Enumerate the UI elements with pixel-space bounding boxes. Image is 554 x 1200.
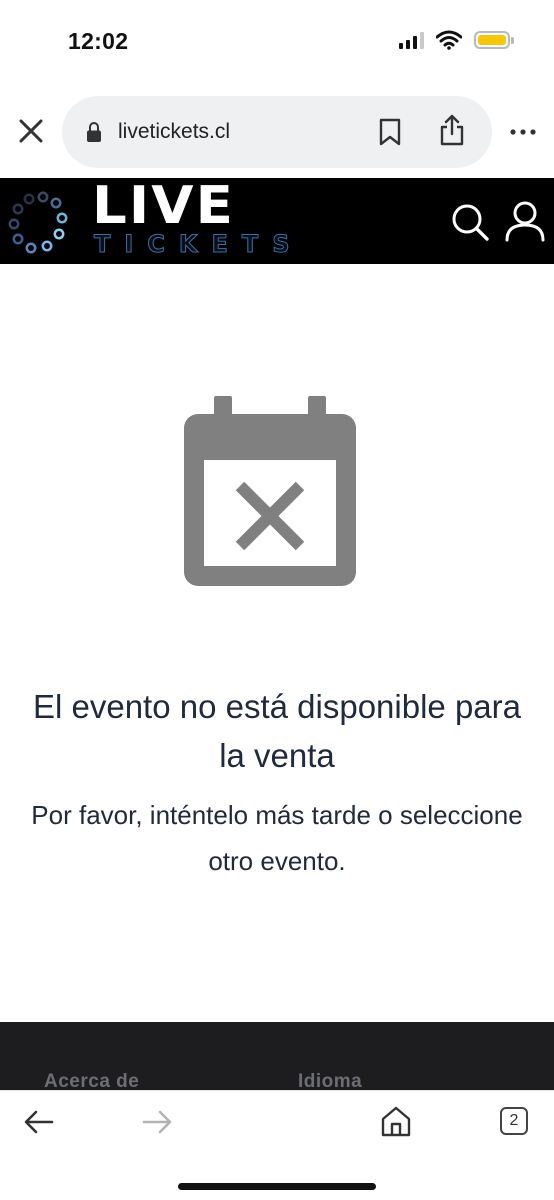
status-time: 12:02 [68, 28, 129, 54]
logo-dots-icon [8, 191, 68, 254]
logo-secondary-text: TICKETS [94, 230, 304, 258]
footer-heading-language[interactable]: Idioma [298, 1071, 362, 1092]
user-icon[interactable] [504, 200, 546, 242]
close-icon[interactable] [16, 116, 46, 146]
status-bar: 12:02 [0, 0, 554, 90]
search-icon[interactable] [450, 202, 490, 242]
bookmark-icon[interactable] [378, 118, 402, 146]
url-text: livetickets.cl [118, 120, 231, 143]
lock-icon [87, 122, 101, 142]
footer-heading-about[interactable]: Acerca de [44, 1071, 139, 1092]
browser-bottom-bar: 2 [0, 1090, 554, 1200]
status-icons [399, 30, 514, 50]
error-title: El evento no está disponible para la ven… [32, 688, 521, 774]
address-bar[interactable]: livetickets.cl [62, 96, 492, 168]
home-indicator[interactable] [178, 1183, 376, 1190]
back-arrow-icon[interactable] [22, 1107, 56, 1137]
tabs-icon[interactable]: 2 [500, 1107, 528, 1135]
battery-icon [474, 31, 514, 49]
logo-primary-text: LIVE [92, 176, 236, 236]
forward-arrow-icon[interactable] [140, 1107, 174, 1137]
cellular-signal-icon [399, 31, 424, 49]
home-icon[interactable] [380, 1105, 412, 1137]
wifi-icon [436, 30, 462, 50]
error-message: Por favor, inténtelo más tarde o selecci… [31, 800, 523, 876]
site-footer: Acerca de Idioma [0, 1022, 554, 1092]
site-header: LIVE TICKETS [0, 178, 554, 264]
calendar-cancel-icon [184, 396, 356, 586]
browser-toolbar: livetickets.cl [0, 90, 554, 178]
main-content: El evento no está disponible para la ven… [0, 264, 554, 1022]
share-icon[interactable] [439, 114, 465, 146]
more-icon[interactable] [508, 120, 538, 144]
